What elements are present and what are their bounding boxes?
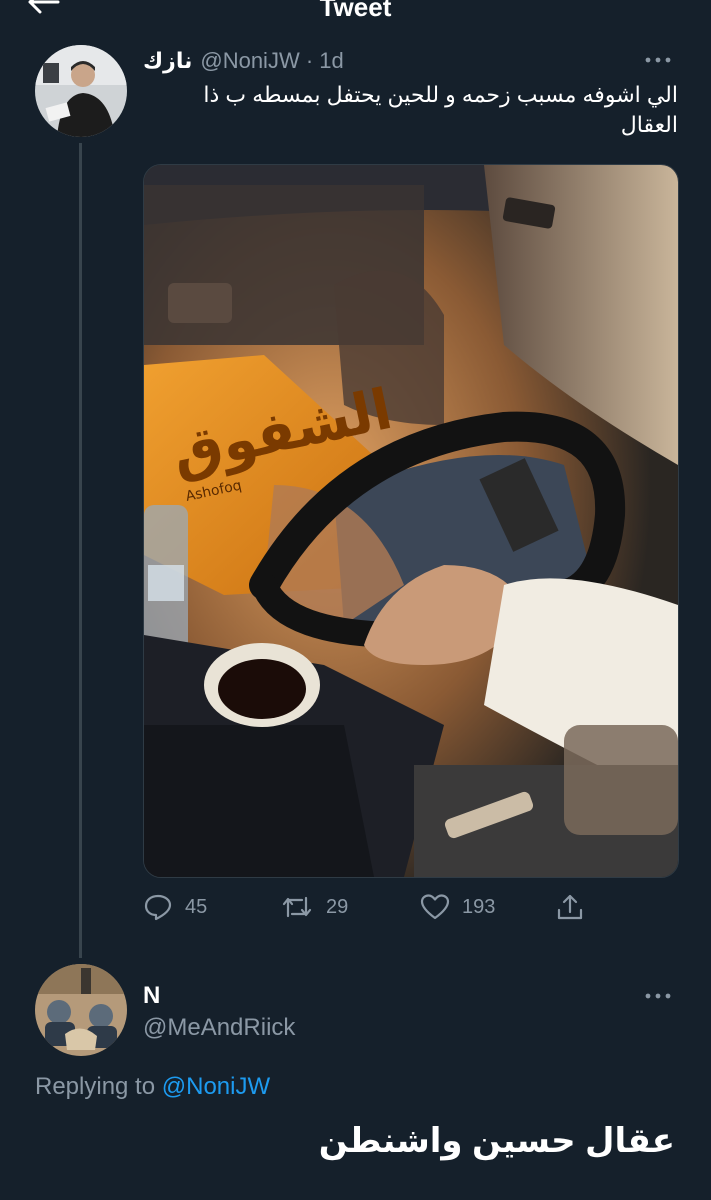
separator-dot: · xyxy=(305,48,314,73)
retweet-icon xyxy=(282,896,312,918)
retweet-count: 29 xyxy=(326,895,349,918)
display-name[interactable]: نازك xyxy=(143,48,192,74)
top-bar: Tweet xyxy=(0,0,711,22)
thread-connector xyxy=(79,143,82,958)
more-dots-icon xyxy=(645,993,671,999)
reply-avatar[interactable] xyxy=(35,964,127,1056)
more-dots-icon xyxy=(645,57,671,63)
replying-to-prefix: Replying to xyxy=(35,1073,156,1100)
tweet-text: الي اشوفه مسبب زحمه و للحين يحتفل بمسطه … xyxy=(203,82,678,137)
user-handle: @NoniJW · 1d xyxy=(200,48,343,74)
tweet-header: نازك @NoniJW · 1d xyxy=(143,46,344,76)
heart-icon xyxy=(420,894,450,920)
like-button[interactable]: 193 xyxy=(420,888,495,926)
handle-text[interactable]: @NoniJW xyxy=(200,48,299,73)
more-options-button[interactable] xyxy=(643,52,673,68)
replying-to-link[interactable]: @NoniJW xyxy=(162,1073,270,1100)
reply-text: عقال حسين واشنطن xyxy=(318,1122,675,1160)
page-title: Tweet xyxy=(319,0,392,22)
reply-more-options-button[interactable] xyxy=(643,988,673,1004)
share-icon xyxy=(557,894,583,920)
tweet-actions: 45 29 193 xyxy=(143,888,703,926)
avatar[interactable] xyxy=(35,45,127,137)
reply-count: 45 xyxy=(185,895,208,918)
reply-button[interactable]: 45 xyxy=(143,888,207,926)
reply-display-name[interactable]: N xyxy=(143,982,160,1010)
retweet-button[interactable]: 29 xyxy=(280,888,348,926)
reply-handle[interactable]: @MeAndRiick xyxy=(143,1014,295,1042)
like-count: 193 xyxy=(462,895,496,918)
tweet-time[interactable]: 1d xyxy=(319,48,343,73)
tweet-photo[interactable]: الشفوق Ashofoq xyxy=(143,164,679,878)
replying-to: Replying to @NoniJW xyxy=(35,1073,270,1101)
reply-icon xyxy=(144,894,172,921)
share-button[interactable] xyxy=(555,888,597,926)
